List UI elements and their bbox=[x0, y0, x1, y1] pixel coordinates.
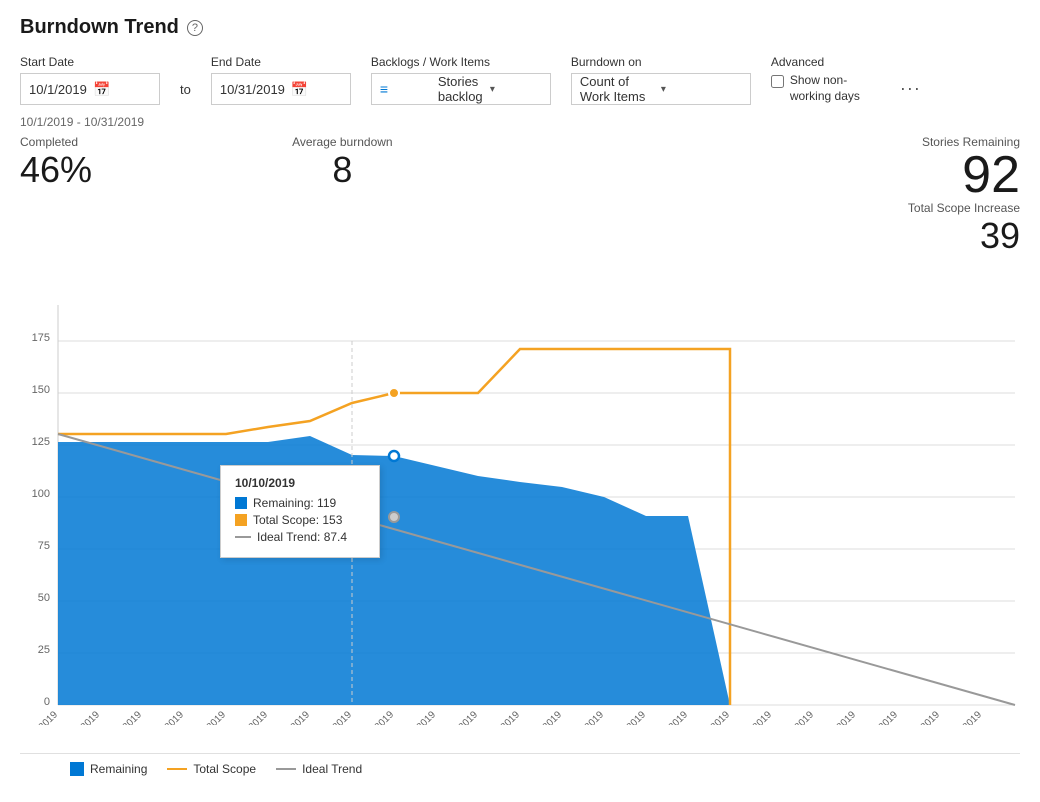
burndown-on-dropdown[interactable]: Count of Work Items ▾ bbox=[571, 73, 751, 105]
help-icon[interactable]: ? bbox=[187, 20, 203, 36]
tooltip-date: 10/10/2019 bbox=[235, 476, 365, 490]
svg-text:10/29/2019: 10/29/2019 bbox=[857, 709, 900, 725]
svg-text:10/15/2019: 10/15/2019 bbox=[437, 709, 480, 725]
svg-text:150: 150 bbox=[32, 384, 50, 396]
tooltip-remaining-swatch bbox=[235, 497, 247, 509]
svg-text:10/30/2019: 10/30/2019 bbox=[899, 709, 942, 725]
legend-total-scope: Total Scope bbox=[167, 762, 256, 776]
svg-text:25: 25 bbox=[38, 644, 50, 656]
end-date-input[interactable]: 10/31/2019 📅 bbox=[211, 73, 351, 105]
completed-value: 46% bbox=[20, 149, 92, 191]
legend-trend-label: Ideal Trend bbox=[302, 762, 362, 776]
svg-text:10/22/2019: 10/22/2019 bbox=[647, 709, 690, 725]
stories-remaining-value: 92 bbox=[908, 149, 1020, 201]
tooltip-scope-swatch bbox=[235, 514, 247, 526]
end-date-group: End Date 10/31/2019 📅 bbox=[211, 55, 351, 105]
tooltip-scope: Total Scope: 153 bbox=[253, 513, 342, 527]
burndown-label: Average burndown bbox=[292, 135, 393, 149]
svg-text:10/2/2019: 10/2/2019 bbox=[63, 709, 103, 725]
svg-text:10/8/2019: 10/8/2019 bbox=[231, 709, 271, 725]
legend-ideal-trend: Ideal Trend bbox=[276, 762, 362, 776]
legend-scope-icon bbox=[167, 768, 187, 770]
backlog-icon: ≡ bbox=[380, 81, 432, 97]
burndown-on-label: Burndown on bbox=[571, 55, 751, 69]
tooltip-trend-swatch bbox=[235, 536, 251, 538]
chevron-down-icon: ▾ bbox=[490, 84, 542, 95]
svg-text:10/10/2019: 10/10/2019 bbox=[311, 709, 354, 725]
start-date-group: Start Date 10/1/2019 📅 bbox=[20, 55, 160, 105]
calendar-icon: 📅 bbox=[93, 81, 151, 98]
page-title: Burndown Trend bbox=[20, 16, 179, 39]
tooltip-trend: Ideal Trend: 87.4 bbox=[257, 530, 347, 544]
chart-tooltip: 10/10/2019 Remaining: 119 Total Scope: 1… bbox=[220, 465, 380, 558]
backlog-label: Backlogs / Work Items bbox=[371, 55, 551, 69]
svg-text:10/28/2019: 10/28/2019 bbox=[815, 709, 858, 725]
legend-scope-label: Total Scope bbox=[193, 762, 256, 776]
svg-text:10/24/2019: 10/24/2019 bbox=[731, 709, 774, 725]
backlog-group: Backlogs / Work Items ≡ Stories backlog … bbox=[371, 55, 551, 105]
legend-remaining-icon bbox=[70, 762, 84, 776]
svg-text:10/17/2019: 10/17/2019 bbox=[521, 709, 564, 725]
burndown-stat: Average burndown 8 bbox=[292, 135, 393, 191]
svg-text:10/16/2019: 10/16/2019 bbox=[479, 709, 522, 725]
backlog-dropdown[interactable]: ≡ Stories backlog ▾ bbox=[371, 73, 551, 105]
svg-text:10/4/2019: 10/4/2019 bbox=[147, 709, 187, 725]
more-options-button[interactable]: ··· bbox=[900, 78, 921, 99]
legend-remaining-label: Remaining bbox=[90, 762, 147, 776]
svg-text:10/18/2019: 10/18/2019 bbox=[563, 709, 606, 725]
svg-text:0: 0 bbox=[44, 696, 50, 708]
legend-trend-icon bbox=[276, 768, 296, 770]
total-scope-label: Total Scope Increase bbox=[908, 201, 1020, 215]
date-range-label: 10/1/2019 - 10/31/2019 bbox=[20, 115, 1020, 129]
svg-text:10/3/2019: 10/3/2019 bbox=[105, 709, 145, 725]
advanced-label: Advanced bbox=[771, 55, 880, 69]
svg-text:75: 75 bbox=[38, 540, 50, 552]
start-date-label: Start Date bbox=[20, 55, 160, 69]
svg-text:10/9/2019: 10/9/2019 bbox=[273, 709, 313, 725]
end-date-label: End Date bbox=[211, 55, 351, 69]
legend-row: Remaining Total Scope Ideal Trend bbox=[20, 753, 1020, 776]
svg-text:50: 50 bbox=[38, 592, 50, 604]
svg-text:10/11/2019: 10/11/2019 bbox=[353, 709, 396, 725]
right-stats: Stories Remaining 92 Total Scope Increas… bbox=[908, 135, 1020, 257]
svg-text:125: 125 bbox=[32, 436, 50, 448]
total-scope-value: 39 bbox=[908, 215, 1020, 257]
completed-label: Completed bbox=[20, 135, 92, 149]
completed-stat: Completed 46% bbox=[20, 135, 92, 191]
advanced-group: Advanced Show non-working days bbox=[771, 55, 880, 104]
chevron-down-icon-2: ▾ bbox=[661, 84, 742, 95]
svg-text:100: 100 bbox=[32, 488, 50, 500]
svg-text:10/31/2019: 10/31/2019 bbox=[941, 709, 984, 725]
svg-text:10/25/2019: 10/25/2019 bbox=[773, 709, 816, 725]
calendar-icon-end: 📅 bbox=[291, 81, 342, 98]
svg-text:10/1/2019: 10/1/2019 bbox=[21, 709, 61, 725]
tooltip-remaining: Remaining: 119 bbox=[253, 496, 336, 510]
svg-text:10/21/2019: 10/21/2019 bbox=[605, 709, 648, 725]
svg-text:10/14/2019: 10/14/2019 bbox=[395, 709, 438, 725]
legend-remaining: Remaining bbox=[70, 762, 147, 776]
burndown-on-group: Burndown on Count of Work Items ▾ bbox=[571, 55, 751, 105]
svg-text:175: 175 bbox=[32, 332, 50, 344]
svg-text:10/23/2019: 10/23/2019 bbox=[689, 709, 732, 725]
start-date-input[interactable]: 10/1/2019 📅 bbox=[20, 73, 160, 105]
svg-text:10/7/2019: 10/7/2019 bbox=[189, 709, 229, 725]
show-nonworking-checkbox[interactable] bbox=[771, 75, 784, 88]
to-separator: to bbox=[180, 82, 191, 97]
burndown-value: 8 bbox=[292, 149, 393, 191]
chart-area: 0 25 50 75 100 125 150 175 bbox=[20, 265, 1020, 745]
show-nonworking-label: Show non-working days bbox=[790, 73, 880, 104]
